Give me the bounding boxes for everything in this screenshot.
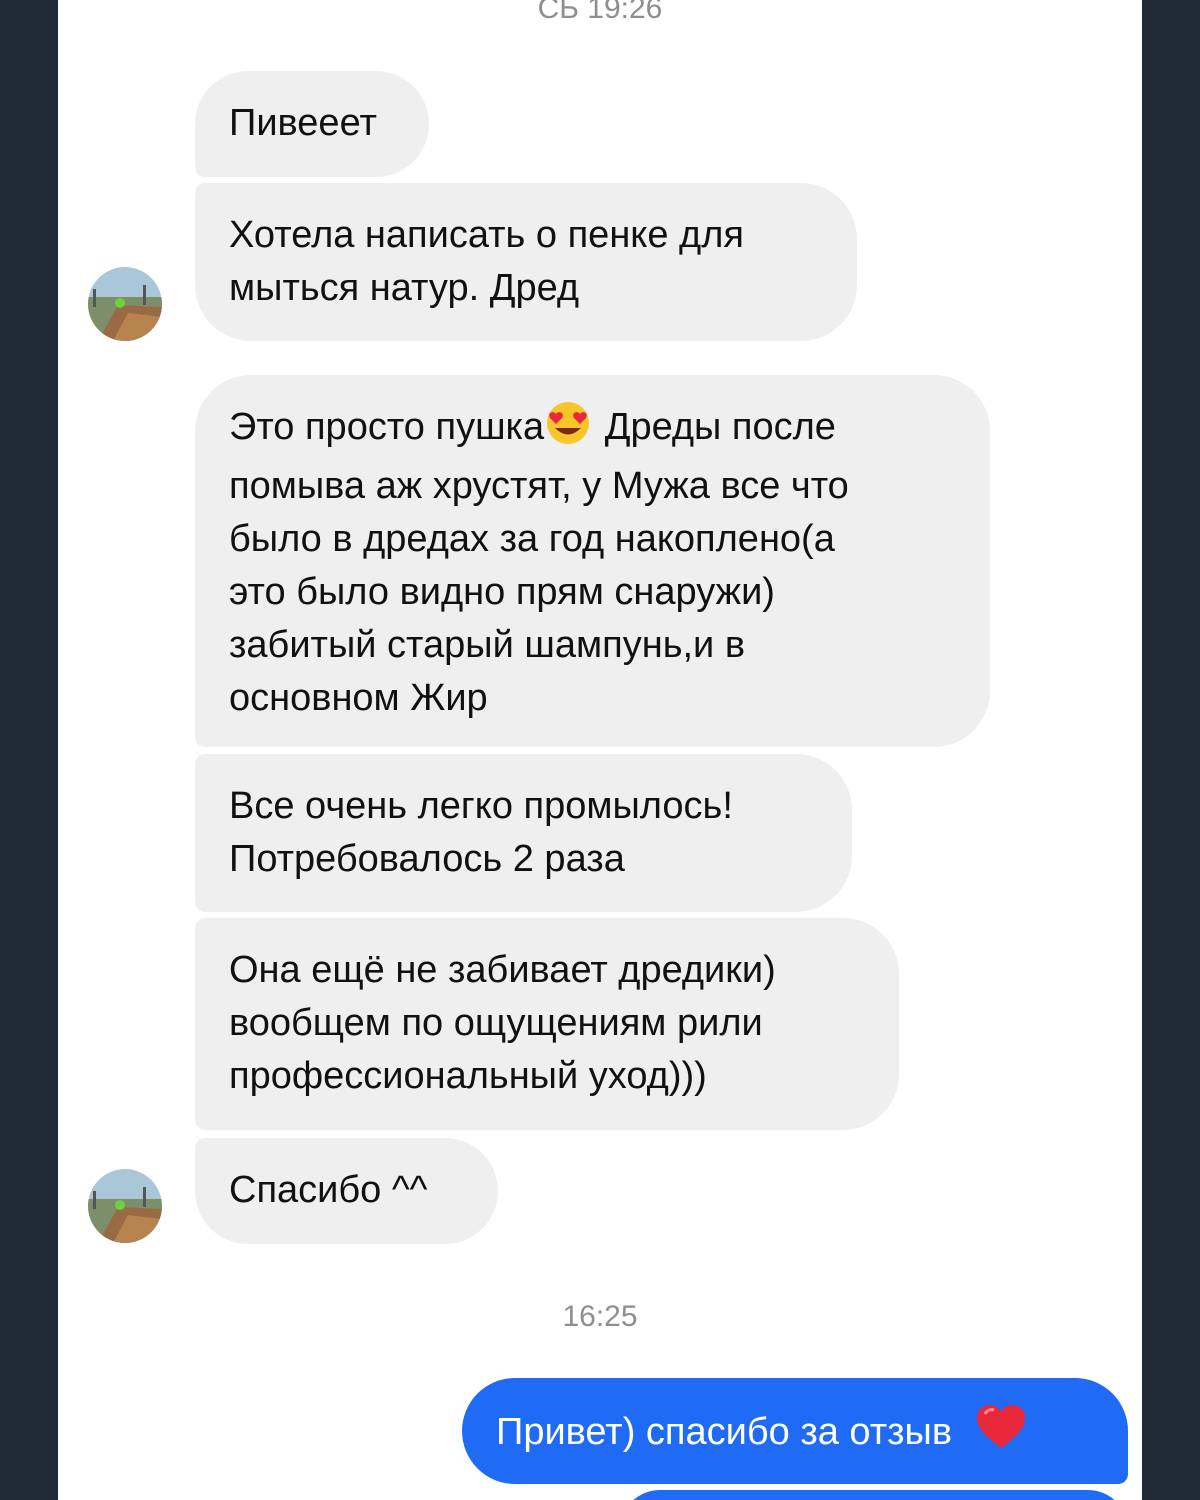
- message-line: Хотела написать о пенке для: [229, 214, 744, 256]
- red-heart-emoji-icon: [975, 1404, 1027, 1465]
- time-separator: 16:25: [562, 1300, 638, 1333]
- message-line: вообщем по ощущениям рили: [229, 1002, 763, 1044]
- incoming-message[interactable]: Она ещё не забивает дредики) вообщем по …: [195, 918, 899, 1130]
- message-line: основном Жир: [229, 677, 488, 719]
- avatar-photo-icon: [88, 1169, 162, 1243]
- sender-avatar[interactable]: [88, 267, 162, 341]
- message-line: мыться натур. Дред: [229, 267, 580, 309]
- message-line: помыва аж хрустят, у Мужа все что: [229, 465, 849, 507]
- message-line: это было видно прям снаружи): [229, 571, 775, 613]
- message-line: Это просто пушка Дреды после: [229, 401, 956, 460]
- outgoing-message-partial[interactable]: [620, 1490, 1128, 1500]
- sender-avatar[interactable]: [88, 1169, 162, 1243]
- outgoing-message[interactable]: Привет) спасибо за отзыв: [462, 1378, 1128, 1484]
- message-line: профессиональный уход))): [229, 1055, 707, 1097]
- avatar-photo-icon: [88, 267, 162, 341]
- incoming-message[interactable]: Пивееет: [195, 71, 429, 177]
- incoming-message[interactable]: Хотела написать о пенке для мыться натур…: [195, 183, 857, 341]
- heart-eyes-emoji-icon: [544, 401, 594, 460]
- incoming-message[interactable]: Все очень легко промылось! Потребовалось…: [195, 754, 852, 912]
- chat-thread[interactable]: СБ 19:26 Пивееет Хотела написать о пенке…: [58, 0, 1142, 1500]
- message-line: Она ещё не забивает дредики): [229, 949, 776, 991]
- incoming-message[interactable]: Спасибо ^^: [195, 1138, 498, 1244]
- message-line: Все очень легко промылось!: [229, 785, 733, 827]
- message-text: Привет) спасибо за отзыв: [496, 1411, 953, 1453]
- message-line: забитый старый шампунь,и в: [229, 624, 746, 666]
- message-line: Потребовалось 2 раза: [229, 838, 625, 880]
- message-text: Пивееет: [229, 102, 377, 144]
- date-separator: СБ 19:26: [537, 0, 663, 25]
- message-line: было в дредах за год накоплено(а: [229, 518, 835, 560]
- incoming-message[interactable]: Это просто пушка Дреды после помыва аж х…: [195, 375, 990, 747]
- message-text: Спасибо ^^: [229, 1169, 428, 1211]
